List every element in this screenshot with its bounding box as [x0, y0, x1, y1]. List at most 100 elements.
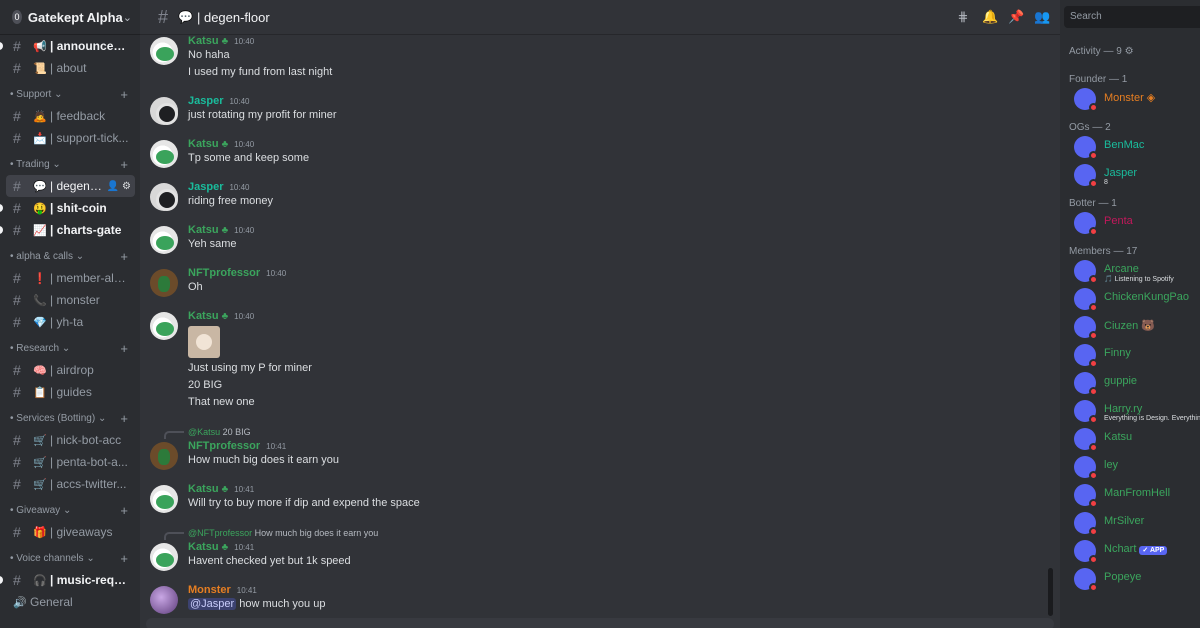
channel-category[interactable]: • Voice channels ⌄ + [0, 547, 140, 569]
avatar[interactable] [150, 485, 178, 513]
avatar [1074, 372, 1098, 396]
plus-icon[interactable]: + [120, 157, 128, 172]
channel-item[interactable]: # 🎧 | music-reque... [0, 569, 135, 591]
channel-item[interactable]: # 🛒 | accs-twitter... [0, 473, 135, 495]
message-input[interactable] [146, 618, 1054, 628]
message-text: Havent checked yet but 1k speed [188, 555, 351, 567]
author-name[interactable]: Katsu [188, 138, 219, 150]
member-item[interactable]: Jasper 8 [1074, 164, 1200, 188]
channel-item[interactable]: # 🛒 | nick-bot-acc [0, 429, 135, 451]
avatar[interactable] [150, 226, 178, 254]
channel-category[interactable]: • alpha & calls ⌄ + [0, 245, 140, 267]
plus-icon[interactable]: + [120, 503, 128, 518]
reply-preview[interactable]: @NFTprofessor How much big does it earn … [188, 528, 378, 538]
member-item[interactable]: ley [1074, 456, 1200, 480]
members-icon[interactable]: 👥 [1034, 9, 1050, 25]
member-name: Popeye [1104, 571, 1142, 583]
member-item[interactable]: BenMac [1074, 136, 1200, 160]
channel-category[interactable]: • Giveaway ⌄ + [0, 499, 140, 521]
hash-icon: # [13, 200, 21, 216]
chevron-down-icon[interactable]: ⌄ [123, 11, 132, 24]
threads-icon[interactable]: ⋕ [956, 9, 970, 25]
avatar[interactable] [150, 312, 178, 340]
server-header[interactable]: 0 Gatekept Alpha ⌄ [0, 0, 140, 35]
reply-preview[interactable]: @Katsu 20 BIG [188, 427, 251, 437]
author-name[interactable]: NFTprofessor [188, 440, 260, 452]
category-label: • Voice channels ⌄ [10, 552, 95, 564]
channel-item[interactable]: # 🙇 | feedback [0, 105, 135, 127]
member-name: Penta [1104, 215, 1133, 227]
channel-label: | member-alpha [50, 271, 131, 285]
author-name[interactable]: Jasper [188, 181, 223, 193]
member-item[interactable]: Penta [1074, 212, 1200, 236]
avatar[interactable] [150, 97, 178, 125]
member-item[interactable]: Popeye [1074, 568, 1200, 592]
activity-header[interactable]: Activity — 9 ⚙ [1069, 46, 1134, 57]
bell-icon[interactable]: 🔔 [982, 9, 998, 25]
channel-item[interactable]: # 🛒 | penta-bot-a... [0, 451, 135, 473]
member-item[interactable]: Harry.ry Everything is Design. Everything [1074, 400, 1200, 424]
author-name[interactable]: Katsu [188, 310, 219, 322]
channel-category[interactable]: • Support ⌄ + [0, 83, 140, 105]
plus-icon[interactable]: + [120, 87, 128, 102]
channel-item[interactable]: # 📈 | charts-gate [0, 219, 135, 241]
author-name[interactable]: Katsu [188, 541, 219, 553]
gear-icon[interactable]: ⚙ [122, 181, 131, 192]
channel-item[interactable]: # 📜 | about [0, 57, 135, 79]
member-item[interactable]: Finny [1074, 344, 1200, 368]
member-item[interactable]: Ciuzen 🐻 [1074, 316, 1200, 340]
user-mention[interactable]: @Jasper [188, 598, 237, 610]
avatar[interactable] [150, 586, 178, 614]
avatar [1074, 212, 1098, 236]
channel-item[interactable]: # 📩 | support-tick... [0, 127, 135, 149]
avatar[interactable] [150, 543, 178, 571]
author-name[interactable]: NFTprofessor [188, 267, 260, 279]
channel-item[interactable]: # 🤑 | shit-coin [0, 197, 135, 219]
plus-icon[interactable]: + [120, 551, 128, 566]
avatar[interactable] [150, 442, 178, 470]
avatar[interactable] [150, 140, 178, 168]
plus-icon[interactable]: + [120, 411, 128, 426]
channel-category[interactable]: • Services (Botting) ⌄ + [0, 407, 140, 429]
channel-item[interactable]: 🔊 General [0, 591, 135, 613]
member-item[interactable]: ManFromHell [1074, 484, 1200, 508]
search-input[interactable]: Search [1064, 6, 1200, 28]
unread-indicator [0, 226, 3, 234]
member-item[interactable]: ChickenKungPao [1074, 288, 1200, 312]
hash-icon: # [13, 292, 21, 308]
member-item[interactable]: Arcane 🎵 Listening to Spotify [1074, 260, 1200, 284]
avatar[interactable] [150, 269, 178, 297]
role-badge-icon: ♣ [221, 139, 229, 150]
channel-label: | airdrop [50, 363, 94, 377]
avatar[interactable] [150, 37, 178, 65]
plus-icon[interactable]: + [120, 249, 128, 264]
member-item[interactable]: Katsu [1074, 428, 1200, 452]
channel-item[interactable]: # 💬 | degen-... 👤 ⚙ [6, 175, 135, 197]
channel-label: | nick-bot-acc [50, 433, 122, 447]
author-name[interactable]: Jasper [188, 95, 223, 107]
channel-category[interactable]: • Research ⌄ + [0, 337, 140, 359]
member-name: Finny [1104, 347, 1131, 359]
scrollbar[interactable] [1048, 568, 1053, 616]
channel-category[interactable]: • Trading ⌄ + [0, 153, 140, 175]
member-item[interactable]: MrSilver [1074, 512, 1200, 536]
add-member-icon[interactable]: 👤 [107, 181, 119, 192]
pin-icon[interactable]: 📌 [1008, 9, 1024, 25]
channel-item[interactable]: # 💎 | yh-ta [0, 311, 135, 333]
member-item[interactable]: guppie [1074, 372, 1200, 396]
channel-item[interactable]: # 📋 | guides [0, 381, 135, 403]
member-item[interactable]: Monster ◈ [1074, 88, 1200, 112]
channel-item[interactable]: # ❗ | member-alpha [0, 267, 135, 289]
channel-item[interactable]: # 🧠 | airdrop [0, 359, 135, 381]
plus-icon[interactable]: + [120, 341, 128, 356]
author-name[interactable]: Katsu [188, 483, 219, 495]
channel-item[interactable]: # 📢| announceme... [0, 35, 135, 57]
member-item[interactable]: Nchart ✓ APP [1074, 540, 1200, 564]
author-name[interactable]: Katsu [188, 224, 219, 236]
image-attachment[interactable] [188, 326, 220, 358]
channel-item[interactable]: # 📞 | monster [0, 289, 135, 311]
avatar[interactable] [150, 183, 178, 211]
channel-item[interactable]: # 🎁 | giveaways [0, 521, 135, 543]
author-name[interactable]: Katsu [188, 35, 219, 47]
author-name[interactable]: Monster [188, 584, 231, 596]
